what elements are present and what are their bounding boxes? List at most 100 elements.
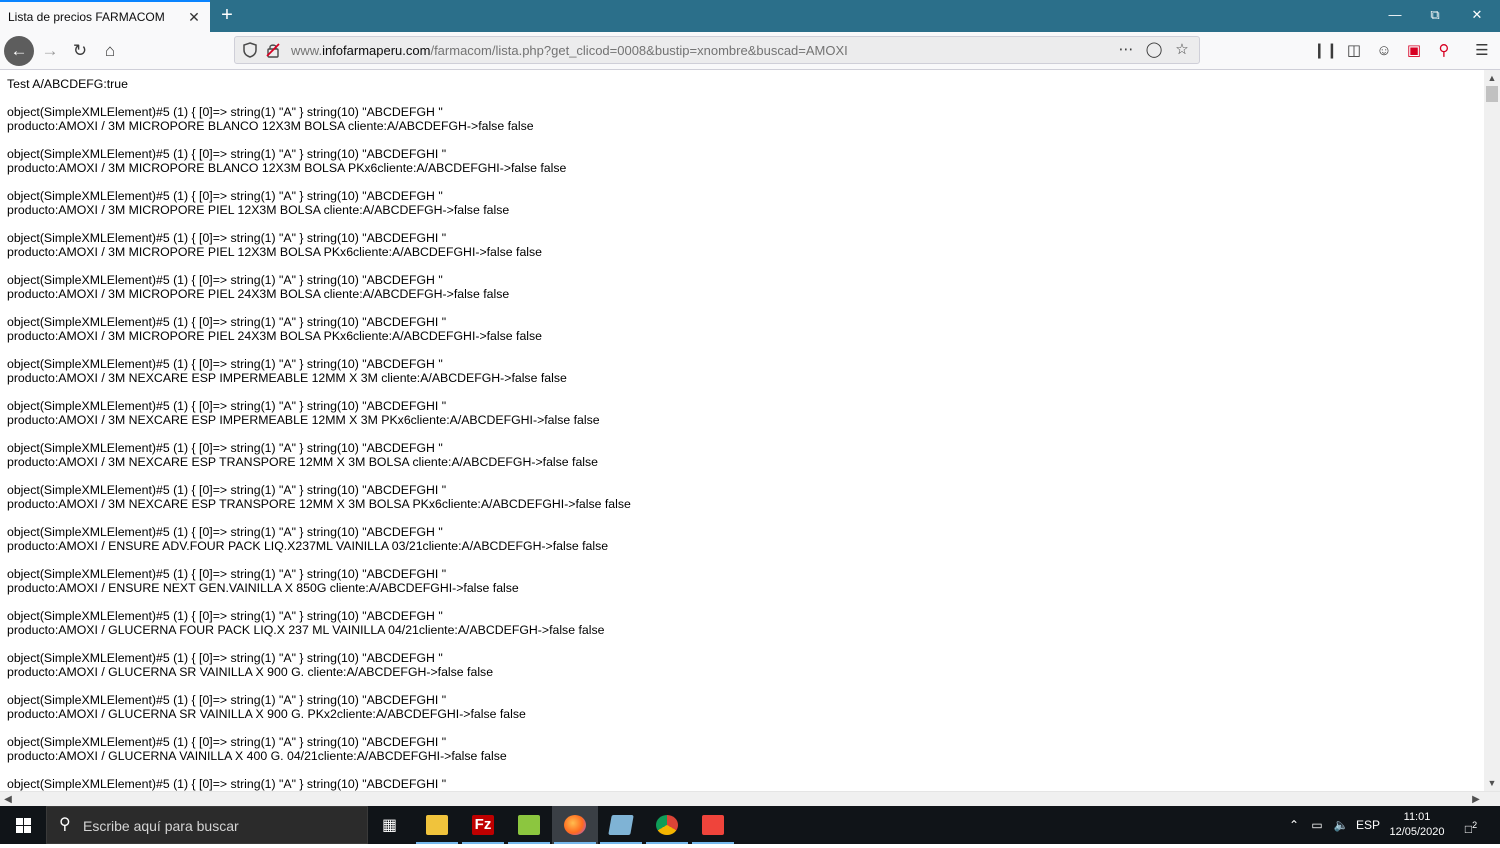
notifications-button[interactable]: □2 bbox=[1456, 806, 1486, 844]
url-bar[interactable]: www.infofarmaperu.com/farmacom/lista.php… bbox=[234, 36, 1200, 64]
object-dump-line: object(SimpleXMLElement)#5 (1) { [0]=> s… bbox=[7, 441, 443, 455]
windows-taskbar: ⚲ Escribe aquí para buscar ▦ Fz ⌃ ▭ 🔈 ES… bbox=[0, 806, 1500, 844]
filezilla-icon: Fz bbox=[472, 815, 494, 835]
object-dump-line: object(SimpleXMLElement)#5 (1) { [0]=> s… bbox=[7, 273, 443, 287]
navigation-toolbar: ← → ↻ ⌂ www.infofarmaperu.com/farmacom/l… bbox=[0, 32, 1500, 70]
taskbar-firefox[interactable] bbox=[552, 806, 598, 844]
taskbar-chrome[interactable] bbox=[644, 806, 690, 844]
windows-logo-icon bbox=[16, 818, 31, 833]
search-placeholder: Escribe aquí para buscar bbox=[83, 818, 239, 834]
scroll-down-icon[interactable]: ▼ bbox=[1484, 775, 1500, 791]
firefox-icon bbox=[564, 815, 586, 835]
account-icon[interactable]: ☺ bbox=[1373, 40, 1395, 62]
vertical-scrollbar[interactable]: ▲ ▼ bbox=[1484, 70, 1500, 791]
close-tab-icon[interactable]: ✕ bbox=[186, 9, 202, 25]
tab-title: Lista de precios FARMACOM bbox=[8, 10, 165, 24]
taskbar-file-explorer[interactable] bbox=[414, 806, 460, 844]
menu-hamburger-icon[interactable]: ☰ bbox=[1471, 40, 1493, 62]
taskbar-notepadpp[interactable] bbox=[506, 806, 552, 844]
library-icon[interactable]: ❙❙ bbox=[1313, 40, 1338, 62]
search-extension-icon[interactable]: ⚲ bbox=[1433, 40, 1455, 62]
page-content: Test A/ABCDEFG:true object(SimpleXMLElem… bbox=[0, 70, 1484, 791]
object-dump-line: object(SimpleXMLElement)#5 (1) { [0]=> s… bbox=[7, 693, 447, 707]
url-prefix: www. bbox=[291, 43, 323, 58]
object-dump-line: object(SimpleXMLElement)#5 (1) { [0]=> s… bbox=[7, 315, 447, 329]
notification-count: 2 bbox=[1472, 820, 1478, 830]
clock-date: 12/05/2020 bbox=[1389, 826, 1445, 838]
product-line: producto:AMOXI / ENSURE NEXT GEN.VAINILL… bbox=[7, 581, 519, 595]
start-button[interactable] bbox=[0, 806, 46, 844]
product-line: producto:AMOXI / 3M MICROPORE PIEL 24X3M… bbox=[7, 287, 510, 301]
language-indicator[interactable]: ESP bbox=[1354, 806, 1382, 844]
close-window-icon[interactable]: ✕ bbox=[1454, 0, 1500, 32]
object-dump-line: object(SimpleXMLElement)#5 (1) { [0]=> s… bbox=[7, 777, 447, 791]
object-dump-line: object(SimpleXMLElement)#5 (1) { [0]=> s… bbox=[7, 399, 447, 413]
object-dump-line: object(SimpleXMLElement)#5 (1) { [0]=> s… bbox=[7, 483, 447, 497]
product-line: producto:AMOXI / GLUCERNA VAINILLA X 400… bbox=[7, 749, 507, 763]
product-line: producto:AMOXI / GLUCERNA FOUR PACK LIQ.… bbox=[7, 623, 605, 637]
notepad-plus-icon bbox=[518, 815, 540, 835]
debug-output: Test A/ABCDEFG:true object(SimpleXMLElem… bbox=[0, 70, 1484, 791]
product-line: producto:AMOXI / 3M NEXCARE ESP TRANSPOR… bbox=[7, 455, 599, 469]
tab-active[interactable]: Lista de precios FARMACOM ✕ bbox=[0, 0, 210, 32]
object-dump-line: object(SimpleXMLElement)#5 (1) { [0]=> s… bbox=[7, 105, 443, 119]
product-line: producto:AMOXI / 3M MICROPORE PIEL 24X3M… bbox=[7, 329, 542, 343]
taskbar-anydesk[interactable] bbox=[690, 806, 736, 844]
anydesk-icon bbox=[702, 815, 724, 835]
notebook-icon bbox=[608, 815, 634, 835]
url-actions: ⋯ ◯ ☆ bbox=[1117, 40, 1191, 60]
product-line: producto:AMOXI / 3M MICROPORE BLANCO 12X… bbox=[7, 119, 534, 133]
task-view-icon: ▦ bbox=[382, 817, 398, 834]
product-line: producto:AMOXI / ENSURE ADV.FOUR PACK LI… bbox=[7, 539, 609, 553]
product-line: producto:AMOXI / 3M MICROPORE PIEL 12X3M… bbox=[7, 203, 510, 217]
taskbar-search[interactable]: ⚲ Escribe aquí para buscar bbox=[46, 806, 368, 844]
test-result-line: Test A/ABCDEFG:true bbox=[7, 77, 128, 91]
sidebar-icon[interactable]: ◫ bbox=[1343, 40, 1365, 62]
object-dump-line: object(SimpleXMLElement)#5 (1) { [0]=> s… bbox=[7, 357, 443, 371]
object-dump-line: object(SimpleXMLElement)#5 (1) { [0]=> s… bbox=[7, 567, 447, 581]
taskbar-app-blue[interactable] bbox=[598, 806, 644, 844]
object-dump-line: object(SimpleXMLElement)#5 (1) { [0]=> s… bbox=[7, 735, 447, 749]
insecure-lock-icon[interactable] bbox=[265, 42, 281, 58]
url-text[interactable]: www.infofarmaperu.com/farmacom/lista.php… bbox=[291, 43, 848, 58]
new-tab-button[interactable]: + bbox=[216, 4, 238, 26]
taskbar-filezilla[interactable]: Fz bbox=[460, 806, 506, 844]
back-arrow-icon[interactable]: ← bbox=[4, 36, 34, 66]
product-line: producto:AMOXI / 3M NEXCARE ESP IMPERMEA… bbox=[7, 371, 567, 385]
show-hidden-icons[interactable]: ⌃ bbox=[1284, 806, 1304, 844]
object-dump-line: object(SimpleXMLElement)#5 (1) { [0]=> s… bbox=[7, 189, 443, 203]
network-icon[interactable]: ▭ bbox=[1306, 806, 1328, 844]
pocket-icon[interactable]: ◯ bbox=[1145, 40, 1163, 60]
product-line: producto:AMOXI / 3M NEXCARE ESP IMPERMEA… bbox=[7, 413, 600, 427]
volume-icon[interactable]: 🔈 bbox=[1330, 806, 1352, 844]
extension-icon[interactable]: ▣ bbox=[1403, 40, 1425, 62]
chrome-icon bbox=[656, 815, 678, 835]
tracking-shield-icon[interactable] bbox=[243, 42, 257, 58]
clock[interactable]: 11:01 12/05/2020 bbox=[1382, 810, 1452, 840]
object-dump-line: object(SimpleXMLElement)#5 (1) { [0]=> s… bbox=[7, 609, 443, 623]
horizontal-scrollbar[interactable]: ◀ ▶ bbox=[0, 791, 1500, 806]
scroll-right-icon[interactable]: ▶ bbox=[1468, 792, 1484, 807]
product-line: producto:AMOXI / 3M MICROPORE BLANCO 12X… bbox=[7, 161, 567, 175]
scroll-left-icon[interactable]: ◀ bbox=[0, 792, 16, 807]
forward-arrow-icon[interactable]: → bbox=[35, 36, 65, 66]
scroll-thumb[interactable] bbox=[1486, 86, 1498, 102]
url-domain: infofarmaperu.com bbox=[322, 43, 431, 58]
page-actions-icon[interactable]: ⋯ bbox=[1117, 40, 1135, 60]
object-dump-line: object(SimpleXMLElement)#5 (1) { [0]=> s… bbox=[7, 525, 443, 539]
object-dump-line: object(SimpleXMLElement)#5 (1) { [0]=> s… bbox=[7, 651, 443, 665]
product-line: producto:AMOXI / 3M NEXCARE ESP TRANSPOR… bbox=[7, 497, 631, 511]
home-icon[interactable]: ⌂ bbox=[95, 36, 125, 66]
restore-icon[interactable]: ⧉ bbox=[1412, 0, 1458, 32]
product-line: producto:AMOXI / 3M MICROPORE PIEL 12X3M… bbox=[7, 245, 542, 259]
reload-icon[interactable]: ↻ bbox=[65, 36, 95, 66]
scroll-up-icon[interactable]: ▲ bbox=[1484, 70, 1500, 86]
product-line: producto:AMOXI / GLUCERNA SR VAINILLA X … bbox=[7, 707, 526, 721]
object-dump-line: object(SimpleXMLElement)#5 (1) { [0]=> s… bbox=[7, 147, 447, 161]
file-explorer-icon bbox=[426, 815, 448, 835]
bookmark-star-icon[interactable]: ☆ bbox=[1173, 40, 1191, 60]
task-view-button[interactable]: ▦ bbox=[368, 806, 414, 844]
url-path: /farmacom/lista.php?get_clicod=0008&bust… bbox=[430, 43, 848, 58]
product-line: producto:AMOXI / GLUCERNA SR VAINILLA X … bbox=[7, 665, 494, 679]
search-icon: ⚲ bbox=[59, 816, 71, 833]
